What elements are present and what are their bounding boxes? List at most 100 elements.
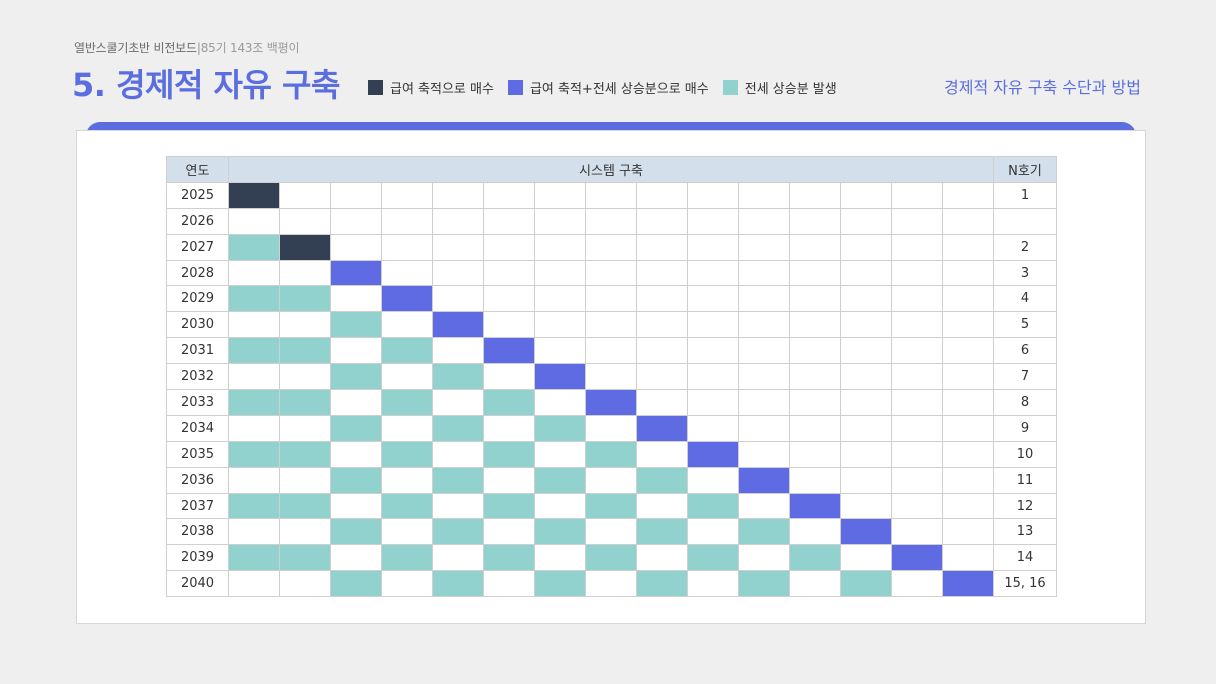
empty-cell [891,440,943,468]
empty-cell [636,285,688,313]
cell-jeonse-gain [432,414,484,442]
cell-jeonse-gain [228,389,280,416]
unit-number-cell: 1 [993,181,1057,209]
empty-cell [279,570,331,598]
empty-cell [228,259,280,287]
empty-cell [381,259,433,287]
empty-cell [942,259,994,287]
empty-cell [636,259,688,287]
empty-cell [687,311,739,339]
table-body: 2025 1 2026 2027 2 2028 3 2029 4 2030 5 2031 6 2032 7 2… [166,181,1057,598]
empty-cell [432,492,484,520]
table-row: 2040 15, 16 [166,570,1057,598]
legend-item-jeonse-gain: 전세 상승분 발생 [722,78,837,97]
unit-number-cell: 7 [993,363,1057,391]
empty-cell [228,363,280,391]
empty-cell [840,414,892,442]
empty-cell [381,570,433,598]
content-panel: 연도 시스템 구축 N호기 2025 1 2026 2027 2 2028 3 2029 4 20… [76,130,1146,624]
methods-link[interactable]: 경제적 자유 구축 수단과 방법 [944,74,1141,98]
empty-cell [891,414,943,442]
empty-cell [279,181,331,209]
empty-cell [789,337,841,365]
empty-cell [279,518,331,546]
cell-salary [279,233,331,261]
empty-cell [687,414,739,442]
cell-jeonse-gain [330,363,382,391]
cell-salary-jeonse [483,337,535,365]
empty-cell [432,337,484,365]
unit-number-cell: 8 [993,389,1057,416]
empty-cell [483,570,535,598]
cell-jeonse-gain [381,337,433,365]
table-row: 2038 13 [166,518,1057,546]
cell-jeonse-gain [636,570,688,598]
empty-cell [942,466,994,494]
cell-salary-jeonse [381,285,433,313]
year-cell: 2037 [166,492,229,520]
empty-cell [534,311,586,339]
empty-cell [483,259,535,287]
header-n: N호기 [993,156,1057,183]
empty-cell [738,363,790,391]
empty-cell [687,233,739,261]
unit-number-cell: 13 [993,518,1057,546]
cell-jeonse-gain [432,570,484,598]
cell-jeonse-gain [585,492,637,520]
legend-item-salary-jeonse: 급여 축적+전세 상승분으로 매수 [507,78,709,97]
unit-number-cell: 11 [993,466,1057,494]
empty-cell [585,363,637,391]
cell-jeonse-gain [381,492,433,520]
empty-cell [789,259,841,287]
cell-jeonse-gain [534,570,586,598]
empty-cell [942,544,994,572]
empty-cell [942,207,994,235]
legend-swatch-blue [507,80,523,95]
legend-label: 급여 축적+전세 상승분으로 매수 [529,82,709,97]
empty-cell [534,544,586,572]
page-title: 5. 경제적 자유 구축 [72,66,340,104]
empty-cell [789,414,841,442]
empty-cell [891,363,943,391]
empty-cell [840,544,892,572]
empty-cell [636,389,688,416]
cell-jeonse-gain [738,518,790,546]
empty-cell [942,233,994,261]
empty-cell [789,285,841,313]
cell-jeonse-gain [534,414,586,442]
cell-salary-jeonse [891,544,943,572]
empty-cell [891,259,943,287]
empty-cell [381,414,433,442]
empty-cell [942,181,994,209]
empty-cell [279,311,331,339]
empty-cell [636,544,688,572]
empty-cell [891,337,943,365]
empty-cell [330,181,382,209]
year-cell: 2033 [166,389,229,416]
empty-cell [483,181,535,209]
cell-jeonse-gain [432,518,484,546]
empty-cell [585,207,637,235]
empty-cell [279,414,331,442]
cell-jeonse-gain [483,389,535,416]
table-header-row: 연도 시스템 구축 N호기 [166,156,1057,183]
cell-jeonse-gain [636,466,688,494]
year-cell: 2032 [166,363,229,391]
empty-cell [840,389,892,416]
unit-number-cell: 3 [993,259,1057,287]
cell-jeonse-gain [483,544,535,572]
unit-number-cell: 15, 16 [993,570,1057,598]
cell-jeonse-gain [381,389,433,416]
cell-jeonse-gain [279,389,331,416]
cell-jeonse-gain [483,440,535,468]
empty-cell [942,518,994,546]
empty-cell [483,518,535,546]
empty-cell [585,285,637,313]
cell-salary [228,181,280,209]
cell-jeonse-gain [687,544,739,572]
empty-cell [330,233,382,261]
unit-number-cell: 4 [993,285,1057,313]
empty-cell [789,181,841,209]
legend-swatch-teal [722,80,738,95]
legend-swatch-dark [368,80,383,95]
